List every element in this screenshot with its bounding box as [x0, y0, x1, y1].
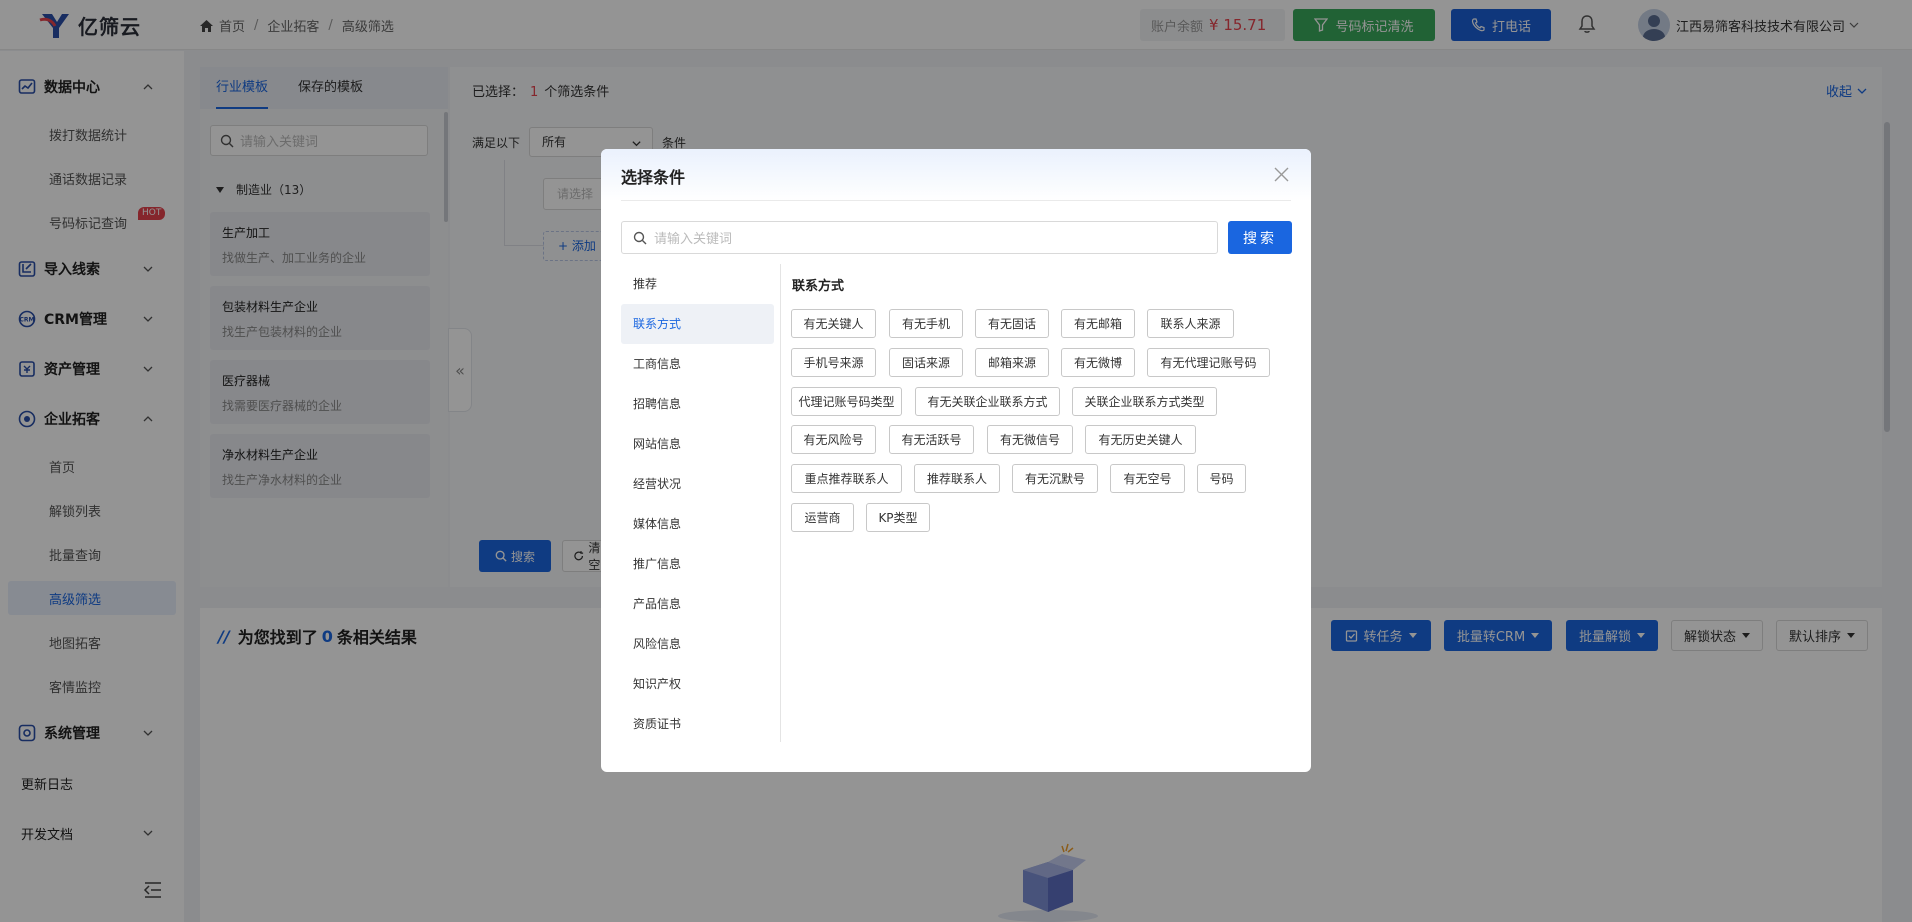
- condition-tag[interactable]: 有无关联企业联系方式: [915, 387, 1060, 416]
- condition-tag[interactable]: 有无微博: [1061, 348, 1135, 377]
- condition-tag[interactable]: 联系人来源: [1147, 309, 1234, 338]
- section-title: 联系方式: [792, 279, 845, 294]
- category-operation[interactable]: 经营状况: [621, 464, 774, 504]
- condition-tag[interactable]: 关联企业联系方式类型: [1072, 387, 1217, 416]
- category-business-info[interactable]: 工商信息: [621, 344, 774, 384]
- category-certificate[interactable]: 资质证书: [621, 704, 774, 744]
- condition-tag[interactable]: 有无代理记账号码: [1147, 348, 1270, 377]
- condition-tag[interactable]: 有无沉默号: [1012, 464, 1098, 493]
- close-icon[interactable]: [1273, 166, 1290, 183]
- condition-tag[interactable]: 邮箱来源: [975, 348, 1049, 377]
- modal-search-placeholder: 请输入关键词: [654, 232, 733, 247]
- category-recommend[interactable]: 推荐: [621, 264, 774, 304]
- condition-tag[interactable]: 有无微信号: [987, 425, 1073, 454]
- select-condition-modal: 选择条件 请输入关键词 搜索 推荐 联系方式 工商信息 招聘信息 网站信息 经营…: [601, 149, 1311, 772]
- modal-search-input[interactable]: 请输入关键词: [621, 221, 1218, 254]
- category-product[interactable]: 产品信息: [621, 584, 774, 624]
- condition-tag[interactable]: 有无历史关键人: [1085, 425, 1196, 454]
- condition-tag[interactable]: 重点推荐联系人: [791, 464, 902, 493]
- condition-tag[interactable]: 号码: [1197, 464, 1246, 493]
- category-risk[interactable]: 风险信息: [621, 624, 774, 664]
- condition-tag[interactable]: 运营商: [791, 503, 854, 532]
- condition-tag[interactable]: 有无活跃号: [889, 425, 974, 454]
- condition-tag[interactable]: 有无空号: [1110, 464, 1185, 493]
- category-website[interactable]: 网站信息: [621, 424, 774, 464]
- condition-tag[interactable]: 有无固话: [975, 309, 1049, 338]
- category-divider: [780, 264, 781, 742]
- category-promotion[interactable]: 推广信息: [621, 544, 774, 584]
- category-ip[interactable]: 知识产权: [621, 664, 774, 704]
- condition-tag[interactable]: 推荐联系人: [914, 464, 1000, 493]
- condition-tag[interactable]: 有无邮箱: [1061, 309, 1135, 338]
- condition-tag[interactable]: 手机号来源: [791, 348, 876, 377]
- modal-header: [601, 149, 1311, 201]
- category-media[interactable]: 媒体信息: [621, 504, 774, 544]
- category-recruitment[interactable]: 招聘信息: [621, 384, 774, 424]
- condition-tag[interactable]: 有无关键人: [791, 309, 876, 338]
- modal-divider: [621, 200, 1291, 201]
- condition-tag[interactable]: 有无风险号: [791, 425, 876, 454]
- condition-tag[interactable]: 固话来源: [889, 348, 963, 377]
- condition-tag[interactable]: 代理记账号码类型: [791, 387, 902, 416]
- modal-search-button[interactable]: 搜索: [1228, 221, 1292, 254]
- condition-tag[interactable]: 有无手机: [889, 309, 963, 338]
- category-contact[interactable]: 联系方式: [621, 304, 774, 344]
- modal-title: 选择条件: [621, 168, 686, 187]
- condition-tag[interactable]: KP类型: [866, 503, 930, 532]
- search-icon: [633, 231, 647, 244]
